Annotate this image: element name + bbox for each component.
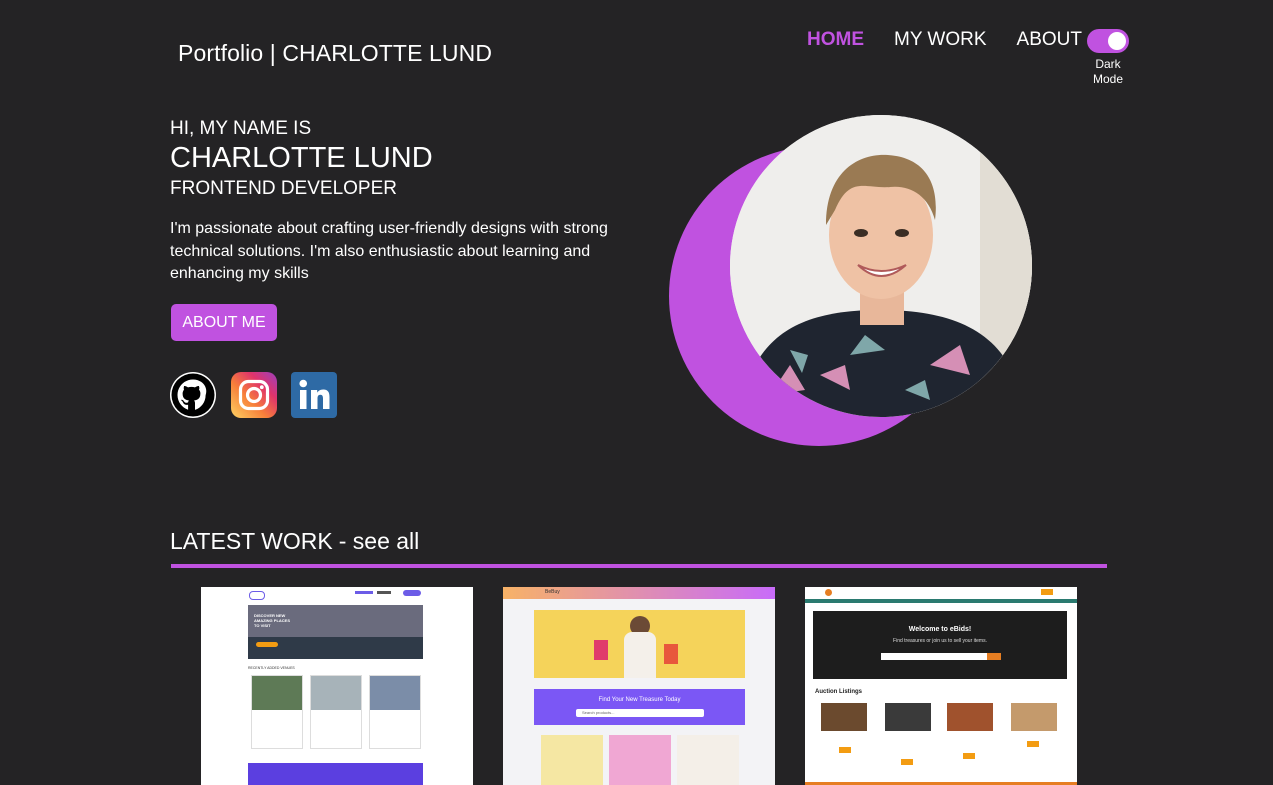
hero-subline: Find treasures or join us to sell your i… bbox=[893, 638, 987, 644]
listing-image bbox=[1011, 703, 1057, 731]
bid-button bbox=[839, 747, 851, 753]
accent-strip bbox=[805, 599, 1077, 603]
section-label: Auction Listings bbox=[815, 689, 862, 695]
hero-headline: Welcome to eBids! bbox=[908, 626, 972, 633]
site-brand[interactable]: Portfolio | CHARLOTTE LUND bbox=[178, 40, 492, 67]
toggle-knob bbox=[1108, 32, 1126, 50]
nav-home[interactable]: HOME bbox=[807, 29, 864, 51]
section-divider bbox=[171, 564, 1107, 568]
instagram-icon[interactable] bbox=[231, 372, 277, 418]
listing-image bbox=[947, 703, 993, 731]
dark-mode-toggle[interactable] bbox=[1087, 29, 1129, 53]
search-field bbox=[881, 653, 987, 660]
nav-button bbox=[1041, 589, 1053, 595]
hero-banner: Welcome to eBids! Find treasures or join… bbox=[813, 611, 1067, 679]
brand-label: BeBuy bbox=[545, 589, 560, 595]
hero-intro: HI, MY NAME IS bbox=[170, 118, 312, 139]
hero-banner bbox=[534, 610, 745, 678]
latest-work-title: LATEST WORK bbox=[170, 528, 333, 554]
nav-bar-item bbox=[355, 591, 373, 594]
about-me-button[interactable]: ABOUT ME bbox=[171, 304, 277, 341]
search-input: Search products... bbox=[576, 709, 704, 717]
bid-button bbox=[963, 753, 975, 759]
venue-card bbox=[310, 675, 362, 749]
venue-card bbox=[251, 675, 303, 749]
hero-role: FRONTEND DEVELOPER bbox=[170, 178, 397, 199]
hero-banner: DISCOVER NEW AMAZING PLACES TO VISIT bbox=[248, 605, 423, 659]
nav-button bbox=[403, 590, 421, 596]
top-bar bbox=[503, 587, 775, 599]
search-button bbox=[987, 653, 1001, 660]
main-nav: HOME MY WORK ABOUT bbox=[807, 29, 1082, 51]
hero-name: CHARLOTTE LUND bbox=[170, 142, 433, 174]
project-card-ebids[interactable]: Welcome to eBids! Find treasures or join… bbox=[805, 587, 1077, 785]
venue-card bbox=[369, 675, 421, 749]
project-card-holidaze[interactable]: DISCOVER NEW AMAZING PLACES TO VISIT REC… bbox=[201, 587, 473, 785]
see-all-link[interactable]: - see all bbox=[339, 528, 420, 554]
github-icon[interactable] bbox=[170, 372, 216, 418]
search-banner: Find Your New Treasure Today Search prod… bbox=[534, 689, 745, 725]
hero-description: I'm passionate about crafting user-frien… bbox=[170, 220, 608, 282]
nav-bar-item bbox=[377, 591, 391, 594]
hero-text: DISCOVER NEW AMAZING PLACES TO VISIT bbox=[254, 613, 290, 628]
logo-icon bbox=[249, 591, 265, 600]
dark-mode-label: Dark Mode bbox=[1092, 57, 1124, 86]
latest-work-heading: LATEST WORK - see all bbox=[170, 528, 419, 555]
logo-icon bbox=[825, 589, 832, 596]
section-label: RECENTLY ADDED VENUES bbox=[248, 666, 295, 670]
search-button bbox=[256, 642, 278, 647]
nav-my-work[interactable]: MY WORK bbox=[894, 29, 987, 51]
product-card bbox=[677, 735, 739, 785]
product-card bbox=[609, 735, 671, 785]
profile-photo bbox=[730, 115, 1032, 417]
top-bar bbox=[805, 587, 1077, 599]
bid-button bbox=[1027, 741, 1039, 747]
footer-band bbox=[248, 763, 423, 785]
bid-button bbox=[901, 759, 913, 765]
nav-about[interactable]: ABOUT bbox=[1017, 29, 1082, 51]
banner-text: Find Your New Treasure Today bbox=[598, 697, 681, 703]
listing-image bbox=[821, 703, 867, 731]
product-card bbox=[541, 735, 603, 785]
harbor-image bbox=[248, 637, 423, 659]
project-card-bebuy[interactable]: BeBuy Find Your New Treasure Today Searc… bbox=[503, 587, 775, 785]
listing-image bbox=[885, 703, 931, 731]
linkedin-icon[interactable] bbox=[291, 372, 337, 418]
